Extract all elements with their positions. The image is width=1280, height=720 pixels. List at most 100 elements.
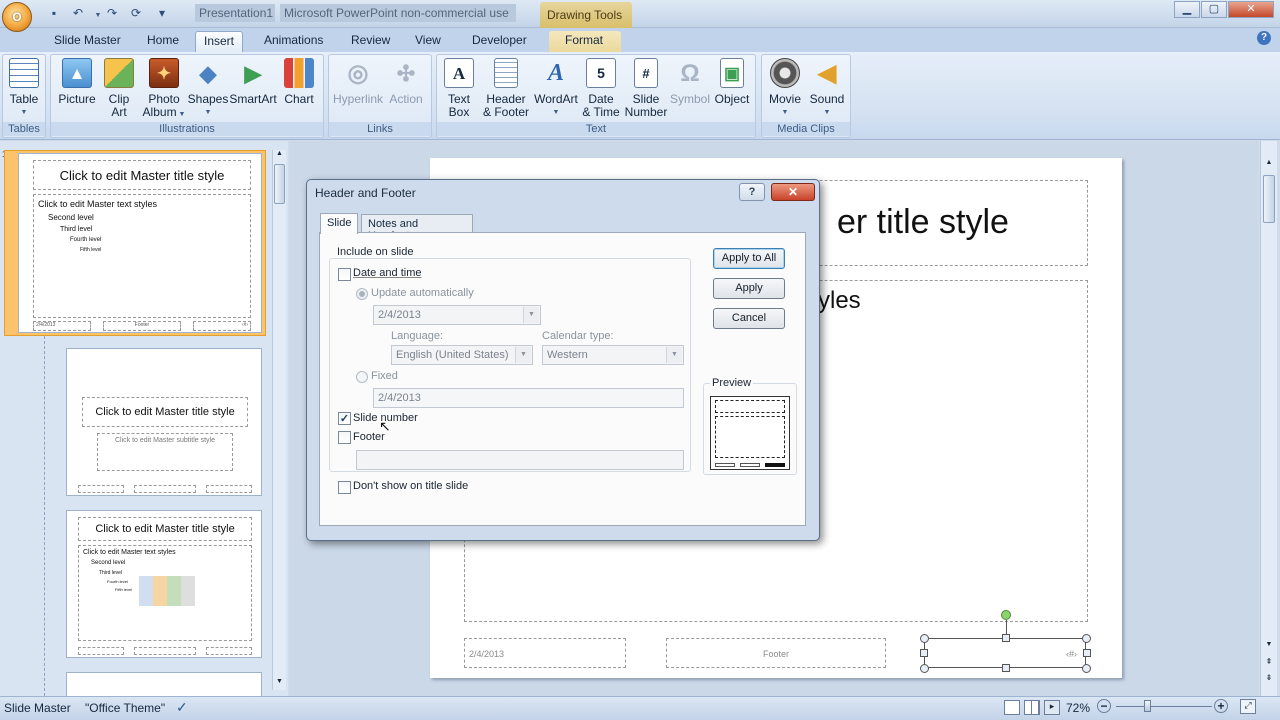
scroll-thumb[interactable] xyxy=(274,164,285,204)
update-automatically-radio[interactable] xyxy=(356,288,368,300)
fixed-label[interactable]: Fixed xyxy=(371,370,398,382)
tab-review[interactable]: Review xyxy=(343,31,398,51)
tab-format[interactable]: Format xyxy=(549,31,621,53)
minimize-button[interactable]: ▁ xyxy=(1174,1,1200,18)
resize-handle[interactable] xyxy=(920,649,928,657)
scroll-down-icon[interactable]: ▼ xyxy=(1263,641,1275,653)
footer-placeholder[interactable]: Footer xyxy=(666,638,886,668)
thumb-footer-box xyxy=(206,647,252,655)
help-icon[interactable]: ? xyxy=(1257,31,1271,45)
symbol-button[interactable]: Ω Symbol xyxy=(670,58,710,106)
zoom-level[interactable]: 72% xyxy=(1066,701,1090,715)
slide-show-icon[interactable]: ▸ xyxy=(1044,700,1060,715)
sound-button[interactable]: ◀ Sound ▼ xyxy=(808,58,846,119)
chart-button[interactable]: Chart xyxy=(280,58,318,106)
zoom-slider-track[interactable] xyxy=(1116,706,1212,707)
next-slide-icon[interactable]: ⇟ xyxy=(1263,673,1275,687)
dont-show-title-checkbox[interactable] xyxy=(338,481,351,494)
fixed-radio[interactable] xyxy=(356,371,368,383)
spelling-check-icon[interactable]: ✓ xyxy=(176,699,188,716)
normal-view-icon[interactable] xyxy=(1004,700,1020,715)
scroll-down-icon[interactable]: ▼ xyxy=(274,678,285,690)
update-automatically-label[interactable]: Update automatically xyxy=(371,287,474,299)
footer-label[interactable]: Footer xyxy=(353,431,385,443)
date-placeholder[interactable]: 2/4/2013 xyxy=(464,638,626,668)
shapes-button[interactable]: ◆ Shapes ▼ xyxy=(188,58,229,119)
movie-button[interactable]: Movie ▼ xyxy=(766,58,804,119)
content-layout-thumbnail[interactable]: Click to edit Master title style Click t… xyxy=(66,510,262,658)
customize-qat-icon[interactable]: ▾ xyxy=(154,5,170,21)
scroll-up-icon[interactable]: ▲ xyxy=(1263,159,1275,171)
scroll-up-icon[interactable]: ▲ xyxy=(274,150,285,162)
date-time-button[interactable]: 5 Date & Time xyxy=(582,58,620,119)
office-button[interactable]: O xyxy=(2,2,32,32)
resize-handle[interactable] xyxy=(1002,664,1010,672)
resize-handle[interactable] xyxy=(1002,634,1010,642)
dialog-close-button[interactable]: ✕ xyxy=(771,183,815,201)
resize-handle[interactable] xyxy=(920,664,929,673)
text-box-button[interactable]: A Text Box xyxy=(442,58,476,119)
repeat-icon[interactable]: ⟳ xyxy=(128,5,144,21)
layout-thumbnail[interactable] xyxy=(66,672,262,696)
status-theme[interactable]: "Office Theme" xyxy=(85,701,165,715)
dont-show-title-label[interactable]: Don't show on title slide xyxy=(353,480,468,492)
header-footer-button[interactable]: Header & Footer xyxy=(480,58,532,119)
photo-album-button[interactable]: ✦ Photo Album ▼ xyxy=(142,58,186,121)
apply-to-all-button[interactable]: Apply to All xyxy=(713,248,785,269)
action-button[interactable]: ✣ Action xyxy=(386,58,426,106)
update-date-dropdown[interactable]: 2/4/2013 ▼ xyxy=(373,305,541,325)
group-label: Media Clips xyxy=(762,122,850,136)
update-date-value: 2/4/2013 xyxy=(378,309,421,321)
cancel-button[interactable]: Cancel xyxy=(713,308,785,329)
slides-pane-scrollbar[interactable]: ▲ ▼ xyxy=(272,150,286,690)
tab-insert[interactable]: Insert xyxy=(195,31,244,53)
redo-icon[interactable]: ↷ xyxy=(104,5,120,21)
hyperlink-button[interactable]: ◎ Hyperlink xyxy=(332,58,384,106)
date-time-label[interactable]: Date and time xyxy=(353,267,421,279)
language-dropdown[interactable]: English (United States) ▼ xyxy=(391,345,533,365)
slide-number-button[interactable]: # Slide Number xyxy=(622,58,670,119)
slide-sorter-icon[interactable] xyxy=(1024,700,1040,715)
date-time-checkbox[interactable] xyxy=(338,268,351,281)
zoom-slider-thumb[interactable] xyxy=(1144,700,1151,712)
undo-icon[interactable]: ↶ xyxy=(70,5,86,21)
footer-checkbox[interactable] xyxy=(338,431,351,444)
object-button[interactable]: ▣ Object xyxy=(712,58,752,106)
close-window-button[interactable]: ✕ xyxy=(1228,1,1274,18)
maximize-button[interactable]: ▢ xyxy=(1201,1,1227,18)
tab-slide-master[interactable]: Slide Master xyxy=(46,31,129,51)
tab-animations[interactable]: Animations xyxy=(256,31,331,51)
wordart-button[interactable]: A WordArt ▼ xyxy=(532,58,580,119)
master-thumbnail[interactable]: Click to edit Master title style Click t… xyxy=(18,153,262,333)
button-label: WordArt xyxy=(534,92,578,106)
table-button[interactable]: Table ▼ xyxy=(6,58,42,119)
smartart-button[interactable]: ▶ SmartArt xyxy=(229,58,276,106)
tab-home[interactable]: Home xyxy=(139,31,187,51)
rotate-handle[interactable] xyxy=(1001,610,1011,620)
resize-handle[interactable] xyxy=(1083,649,1091,657)
zoom-out-button[interactable]: − xyxy=(1097,699,1111,713)
dialog-help-button[interactable]: ? xyxy=(739,183,765,201)
tab-notes-handouts[interactable]: Notes and Handouts xyxy=(361,214,473,242)
calendar-type-dropdown[interactable]: Western ▼ xyxy=(542,345,684,365)
tab-developer[interactable]: Developer xyxy=(464,31,535,51)
title-layout-thumbnail[interactable]: Click to edit Master title style Click t… xyxy=(66,348,262,496)
fixed-date-input[interactable]: 2/4/2013 xyxy=(373,388,684,408)
fit-to-window-icon[interactable]: ⤢ xyxy=(1240,699,1256,714)
canvas-scrollbar[interactable]: ▲ ▼ ⇞ ⇟ xyxy=(1260,141,1277,696)
resize-handle[interactable] xyxy=(1082,634,1091,643)
slide-number-checkbox[interactable]: ✓ xyxy=(338,412,351,425)
scroll-thumb[interactable] xyxy=(1263,175,1275,223)
zoom-in-button[interactable]: + xyxy=(1214,699,1228,713)
save-icon[interactable]: ▪ xyxy=(46,5,62,21)
previous-slide-icon[interactable]: ⇞ xyxy=(1263,657,1275,671)
footer-text-input[interactable] xyxy=(356,450,684,470)
language-value: English (United States) xyxy=(396,349,509,361)
resize-handle[interactable] xyxy=(920,634,929,643)
tab-view[interactable]: View xyxy=(407,31,449,51)
picture-button[interactable]: ▲ Picture xyxy=(56,58,98,106)
clip-art-button[interactable]: Clip Art xyxy=(102,58,136,119)
apply-button[interactable]: Apply xyxy=(713,278,785,299)
resize-handle[interactable] xyxy=(1082,664,1091,673)
tab-slide[interactable]: Slide xyxy=(320,213,358,234)
